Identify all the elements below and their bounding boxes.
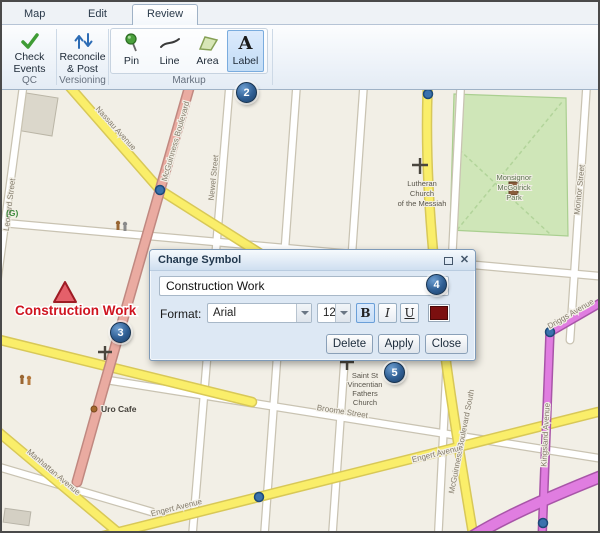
area-label: Area — [196, 55, 218, 67]
construction-marker-label[interactable]: Construction Work — [15, 303, 137, 318]
ribbon: Check Events QC Reconcile & Post Version… — [2, 24, 598, 90]
area-icon — [196, 31, 220, 55]
check-events-label: Check Events — [6, 51, 53, 75]
callout-badge-2: 2 — [236, 82, 257, 103]
check-events-button[interactable]: Check Events — [5, 28, 54, 76]
reconcile-post-button[interactable]: Reconcile & Post — [58, 28, 107, 76]
close-icon: ✕ — [460, 255, 469, 266]
sync-arrows-icon — [72, 29, 94, 51]
symbol-text-input[interactable] — [159, 276, 449, 296]
italic-button[interactable]: I — [378, 303, 397, 323]
cafe-poi-icon — [91, 406, 97, 412]
tab-edit[interactable]: Edit — [74, 5, 121, 24]
cafe-label: Uro Cafe — [101, 404, 137, 414]
font-color-picker[interactable] — [428, 304, 450, 322]
maximize-icon — [444, 257, 453, 265]
label-tool-button[interactable]: A Label — [227, 30, 264, 72]
park-label: Park — [506, 193, 522, 202]
pin-icon — [121, 31, 143, 55]
group-label-versioning: Versioning — [58, 75, 107, 86]
group-separator — [108, 29, 109, 85]
callout-badge-5: 5 — [384, 362, 405, 383]
park-label: Monsignor — [496, 173, 532, 182]
line-label: Line — [160, 55, 180, 67]
reconcile-post-label: Reconcile & Post — [59, 51, 106, 75]
apply-button[interactable]: Apply — [378, 334, 420, 354]
dialog-title: Change Symbol — [158, 254, 241, 266]
change-symbol-dialog: Change Symbol ✕ Format: Arial 12 B I U D… — [149, 249, 476, 361]
lutheran-church-label: of the Messiah — [398, 199, 447, 208]
pin-label: Pin — [124, 55, 139, 67]
vincentian-church-label: Church — [353, 398, 377, 407]
app-window: Map Edit Review Check Events QC Reconcil… — [0, 0, 600, 533]
vincentian-church-label: Saint St — [352, 371, 379, 380]
group-separator — [56, 29, 57, 85]
font-family-select[interactable]: Arial — [207, 303, 312, 323]
vincentian-church-label: Vincentian — [348, 380, 383, 389]
line-icon — [158, 31, 182, 55]
pin-tool-button[interactable]: Pin — [113, 30, 150, 72]
format-label: Format: — [160, 307, 201, 321]
group-separator — [272, 29, 273, 85]
park-label: McGolrick — [497, 183, 531, 192]
delete-button[interactable]: Delete — [326, 334, 373, 354]
tab-map[interactable]: Map — [10, 5, 59, 24]
label-label: Label — [233, 55, 259, 67]
ribbon-tabstrip: Map Edit Review — [2, 2, 598, 24]
chevron-down-icon[interactable] — [335, 304, 350, 322]
font-size-select[interactable]: 12 — [317, 303, 351, 323]
markup-tool-frame: Pin Line Area A Label — [110, 28, 268, 74]
line-tool-button[interactable]: Line — [151, 30, 188, 72]
color-swatch — [430, 306, 448, 320]
vincentian-church-label: Fathers — [352, 389, 378, 398]
building — [3, 508, 31, 525]
underline-button[interactable]: U — [400, 303, 419, 323]
dialog-titlebar[interactable]: Change Symbol — [150, 250, 475, 271]
font-family-value: Arial — [213, 307, 236, 319]
callout-badge-3: 3 — [110, 322, 131, 343]
lutheran-church-label: Lutheran — [407, 179, 437, 188]
tab-review[interactable]: Review — [132, 4, 198, 25]
close-window-button[interactable]: ✕ — [458, 254, 471, 267]
area-tool-button[interactable]: Area — [189, 30, 226, 72]
maximize-button[interactable] — [442, 254, 455, 267]
close-button[interactable]: Close — [425, 334, 468, 354]
bold-button[interactable]: B — [356, 303, 375, 323]
callout-badge-4: 4 — [426, 274, 447, 295]
chevron-down-icon[interactable] — [296, 304, 311, 322]
group-label-qc: QC — [5, 75, 54, 86]
font-size-value: 12 — [323, 307, 336, 319]
subway-label: (G) — [6, 208, 18, 218]
label-letter-icon: A — [239, 31, 253, 55]
lutheran-church-label: Church — [410, 189, 434, 198]
check-icon — [20, 29, 40, 51]
